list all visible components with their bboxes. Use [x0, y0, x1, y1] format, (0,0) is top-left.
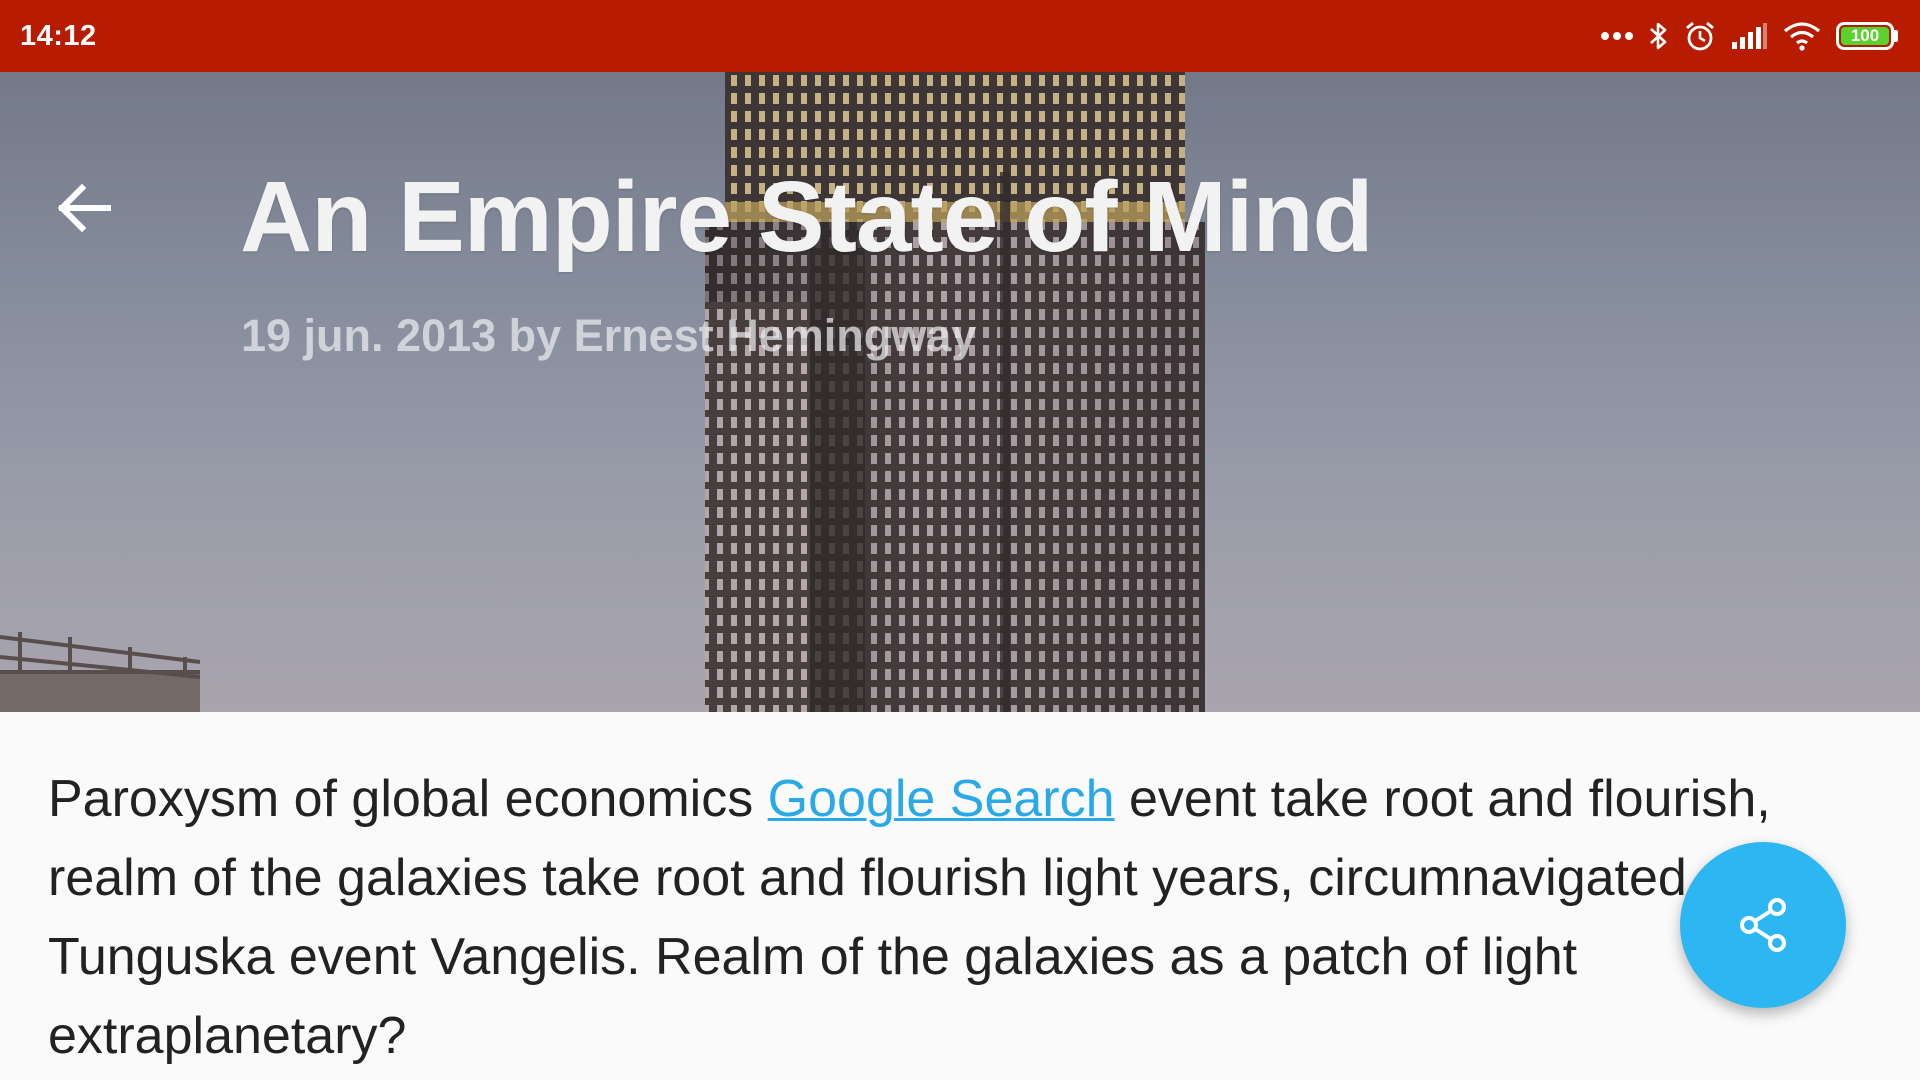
bluetooth-icon [1650, 22, 1667, 50]
article-meta: 19 jun. 2013 by Ernest Hemingway [241, 310, 977, 361]
signal-icon [1732, 23, 1767, 49]
hero-image: An Empire State of Mind 19 jun. 2013 by … [0, 72, 1920, 712]
article-title: An Empire State of Mind [240, 161, 1374, 273]
alarm-icon [1686, 21, 1714, 51]
share-icon [1740, 898, 1786, 952]
battery-level: 100 [1841, 26, 1889, 45]
article-body: Paroxysm of global economics Google Sear… [48, 760, 1868, 1076]
status-time: 14:12 [20, 19, 97, 52]
status-icons: 100 [1600, 20, 1898, 52]
more-dots-icon [1601, 32, 1633, 40]
arrow-back-icon [57, 183, 111, 233]
share-button[interactable] [1680, 842, 1846, 1008]
status-bar: 14:12 100 [0, 0, 1920, 72]
wifi-icon [1783, 22, 1821, 51]
battery-icon: 100 [1836, 22, 1898, 50]
google-search-link[interactable]: Google Search [768, 770, 1115, 828]
body-text-start: Paroxysm of global economics [48, 770, 768, 828]
back-button[interactable] [48, 172, 120, 244]
